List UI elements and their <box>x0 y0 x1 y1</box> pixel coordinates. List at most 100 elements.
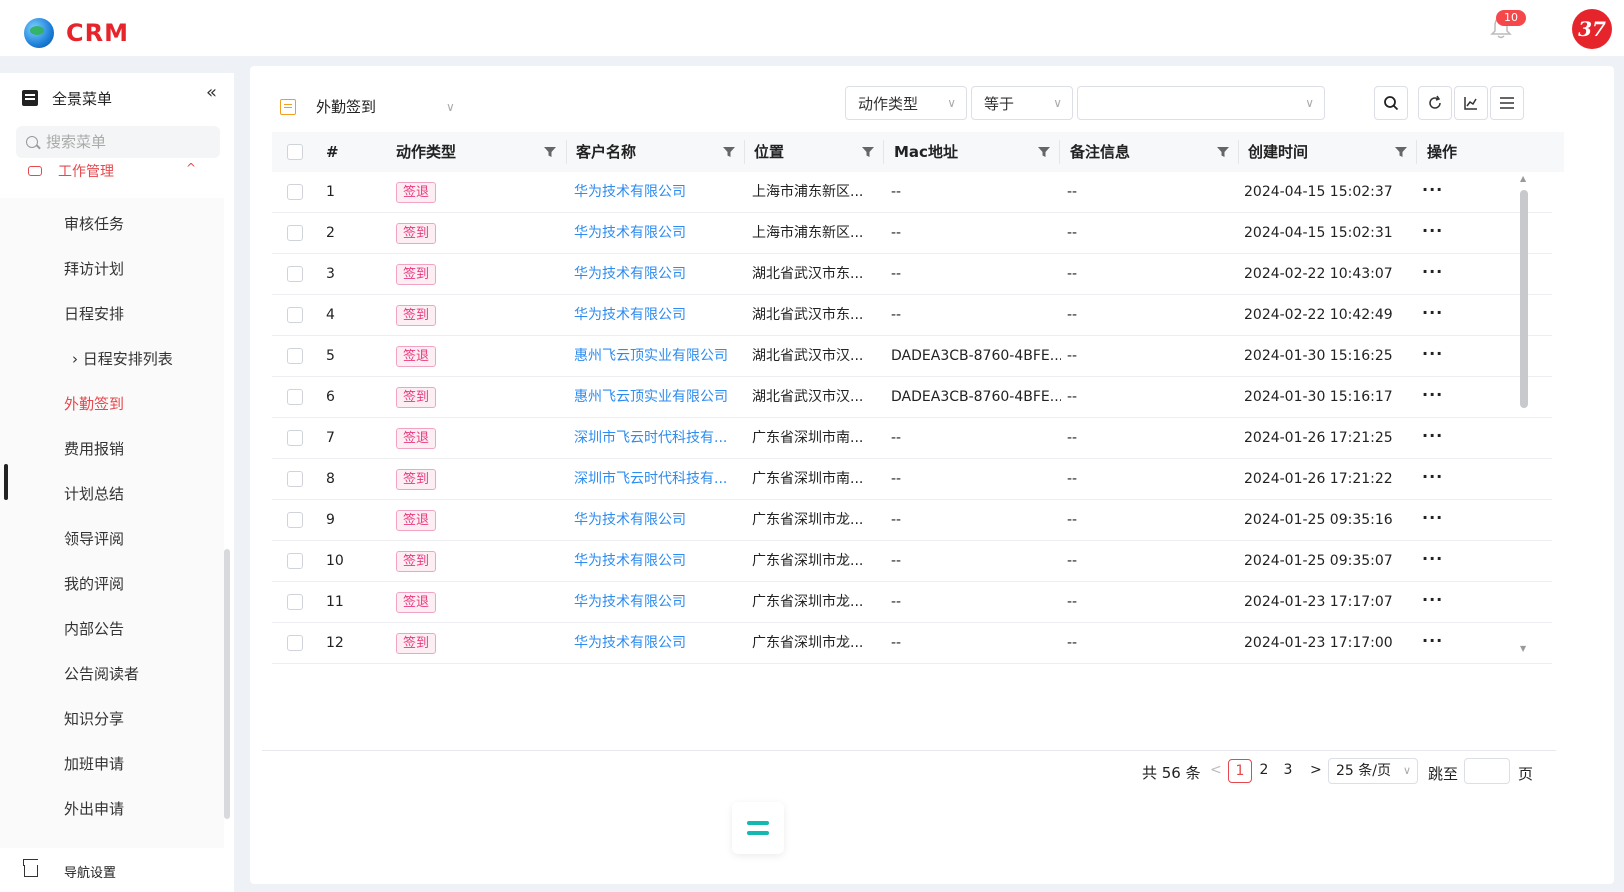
column-header[interactable]: 位置 <box>754 132 784 172</box>
row-checkbox[interactable] <box>287 471 303 487</box>
sidebar-item[interactable]: 外勤签到 <box>64 393 124 414</box>
sidebar-item[interactable]: 领导评阅 <box>64 528 124 549</box>
table-row[interactable]: 11 签退 华为技术有限公司 广东省深圳市龙... -- -- 2024-01-23 17:… <box>272 582 1552 623</box>
sidebar-item[interactable]: › 日程安排列表 <box>72 348 173 369</box>
row-more-actions-icon[interactable]: ··· <box>1422 172 1443 213</box>
row-more-actions-icon[interactable]: ··· <box>1422 295 1443 336</box>
customer-link[interactable]: 华为技术有限公司 <box>574 623 744 664</box>
sidebar-item[interactable]: 内部公告 <box>64 618 124 639</box>
scroll-thumb[interactable] <box>1520 190 1528 408</box>
page-number[interactable]: 1 <box>1228 759 1252 783</box>
table-row[interactable]: 7 签退 深圳市飞云时代科技有... 广东省深圳市南... -- -- 2024-01-26… <box>272 418 1552 459</box>
search-button[interactable] <box>1374 86 1408 120</box>
next-page-icon[interactable]: > <box>1310 762 1322 778</box>
table-row[interactable]: 2 签到 华为技术有限公司 上海市浦东新区... -- -- 2024-04-15 15:0… <box>272 213 1552 254</box>
row-checkbox[interactable] <box>287 512 303 528</box>
customer-link[interactable]: 华为技术有限公司 <box>574 541 744 582</box>
customer-link[interactable]: 惠州飞云顶实业有限公司 <box>574 336 744 377</box>
filter-funnel-icon[interactable] <box>723 146 735 158</box>
filter-operator-select[interactable]: 等于 ∨ <box>971 86 1073 120</box>
row-checkbox[interactable] <box>287 389 303 405</box>
column-header[interactable]: # <box>326 132 339 172</box>
sidebar-item[interactable]: 公告阅读者 <box>64 663 139 684</box>
table-row[interactable]: 12 签到 华为技术有限公司 广东省深圳市龙... -- -- 2024-01-23 17:… <box>272 623 1552 664</box>
sidebar-item[interactable]: 外出申请 <box>64 798 124 819</box>
column-header[interactable]: Mac地址 <box>894 132 958 172</box>
column-header[interactable]: 备注信息 <box>1070 132 1130 172</box>
filter-funnel-icon[interactable] <box>1038 146 1050 158</box>
chart-button[interactable] <box>1454 86 1488 120</box>
column-header[interactable]: 动作类型 <box>396 132 456 172</box>
row-checkbox[interactable] <box>287 553 303 569</box>
sidebar-item[interactable]: 费用报销 <box>64 438 124 459</box>
filter-funnel-icon[interactable] <box>1395 146 1407 158</box>
row-more-actions-icon[interactable]: ··· <box>1422 254 1443 295</box>
refresh-button[interactable] <box>1418 86 1452 120</box>
jump-page-input[interactable] <box>1464 758 1510 784</box>
filter-funnel-icon[interactable] <box>862 146 874 158</box>
customer-link[interactable]: 华为技术有限公司 <box>574 295 744 336</box>
page-number[interactable]: 3 <box>1276 759 1300 783</box>
row-checkbox[interactable] <box>287 307 303 323</box>
filter-value-select[interactable]: ∨ <box>1077 86 1325 120</box>
customer-link[interactable]: 惠州飞云顶实业有限公司 <box>574 377 744 418</box>
view-selector[interactable]: 外勤签到 ∨ <box>280 96 455 117</box>
table-row[interactable]: 3 签到 华为技术有限公司 湖北省武汉市东... -- -- 2024-02-22 10:4… <box>272 254 1552 295</box>
table-scrollbar[interactable]: ▲ ▼ <box>1520 174 1530 656</box>
row-checkbox[interactable] <box>287 348 303 364</box>
row-more-actions-icon[interactable]: ··· <box>1422 418 1443 459</box>
customer-link[interactable]: 华为技术有限公司 <box>574 254 744 295</box>
avatar[interactable]: 37 <box>1572 9 1612 49</box>
menu-search-input[interactable] <box>46 133 206 151</box>
filter-field-select[interactable]: 动作类型 ∨ <box>845 86 967 120</box>
sidebar-item[interactable]: 加班申请 <box>64 753 124 774</box>
row-checkbox[interactable] <box>287 635 303 651</box>
scroll-up-icon[interactable]: ▲ <box>1520 174 1526 183</box>
filter-funnel-icon[interactable] <box>1217 146 1229 158</box>
sidebar-scrollbar[interactable] <box>224 549 230 819</box>
table-row[interactable]: 9 签退 华为技术有限公司 广东省深圳市龙... -- -- 2024-01-25 09:3… <box>272 500 1552 541</box>
scroll-down-icon[interactable]: ▼ <box>1520 644 1526 653</box>
table-row[interactable]: 8 签到 深圳市飞云时代科技有... 广东省深圳市南... -- -- 2024-01-26… <box>272 459 1552 500</box>
table-row[interactable]: 1 签退 华为技术有限公司 上海市浦东新区... -- -- 2024-04-15 15:0… <box>272 172 1552 213</box>
menu-search[interactable] <box>16 126 220 158</box>
sidebar-item[interactable]: 计划总结 <box>64 483 124 504</box>
row-more-actions-icon[interactable]: ··· <box>1422 213 1443 254</box>
prev-page-icon[interactable]: < <box>1210 762 1222 778</box>
row-more-actions-icon[interactable]: ··· <box>1422 500 1443 541</box>
row-more-actions-icon[interactable]: ··· <box>1422 459 1443 500</box>
column-settings-button[interactable] <box>1490 86 1524 120</box>
row-checkbox[interactable] <box>287 225 303 241</box>
column-header[interactable]: 客户名称 <box>576 132 636 172</box>
page-size-select[interactable]: 25 条/页 ∨ <box>1328 758 1418 784</box>
full-menu-button[interactable]: 全景菜单 <box>22 85 222 111</box>
menu-group-work-management[interactable]: 工作管理 ^ <box>28 161 208 181</box>
table-row[interactable]: 10 签到 华为技术有限公司 广东省深圳市龙... -- -- 2024-01-25 09:… <box>272 541 1552 582</box>
row-more-actions-icon[interactable]: ··· <box>1422 582 1443 623</box>
customer-link[interactable]: 华为技术有限公司 <box>574 582 744 623</box>
floating-menu-button[interactable] <box>732 802 784 854</box>
column-header[interactable]: 创建时间 <box>1248 132 1308 172</box>
row-more-actions-icon[interactable]: ··· <box>1422 623 1443 664</box>
sidebar-item[interactable]: 审核任务 <box>64 213 124 234</box>
sidebar-item[interactable]: 拜访计划 <box>64 258 124 279</box>
select-all-checkbox[interactable] <box>287 144 303 160</box>
column-header[interactable]: 操作 <box>1427 132 1457 172</box>
row-checkbox[interactable] <box>287 266 303 282</box>
collapse-sidebar-icon[interactable]: « <box>206 82 217 103</box>
nav-settings-button[interactable]: 导航设置 <box>0 850 234 892</box>
customer-link[interactable]: 华为技术有限公司 <box>574 500 744 541</box>
customer-link[interactable]: 深圳市飞云时代科技有... <box>574 459 744 500</box>
table-row[interactable]: 4 签到 华为技术有限公司 湖北省武汉市东... -- -- 2024-02-22 10:4… <box>272 295 1552 336</box>
customer-link[interactable]: 华为技术有限公司 <box>574 213 744 254</box>
row-more-actions-icon[interactable]: ··· <box>1422 541 1443 582</box>
row-checkbox[interactable] <box>287 184 303 200</box>
sidebar-item[interactable]: 我的评阅 <box>64 573 124 594</box>
customer-link[interactable]: 深圳市飞云时代科技有... <box>574 418 744 459</box>
customer-link[interactable]: 华为技术有限公司 <box>574 172 744 213</box>
table-row[interactable]: 5 签退 惠州飞云顶实业有限公司 湖北省武汉市汉... DADEA3CB-8760-4B… <box>272 336 1552 377</box>
row-more-actions-icon[interactable]: ··· <box>1422 377 1443 418</box>
sidebar-item[interactable]: 日程安排 <box>64 303 124 324</box>
sidebar-item[interactable]: 知识分享 <box>64 708 124 729</box>
logo[interactable]: CRM <box>24 18 129 48</box>
